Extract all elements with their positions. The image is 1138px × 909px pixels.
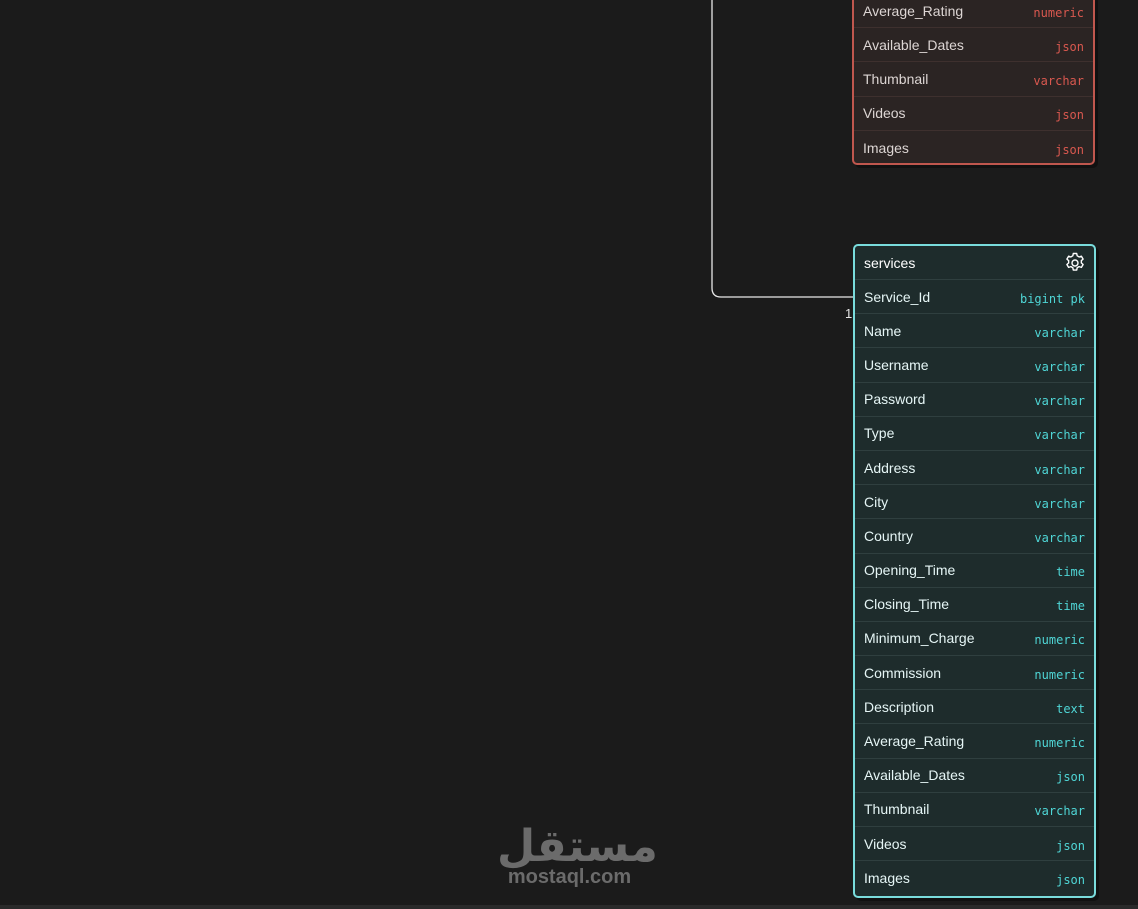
column-name: Commission bbox=[864, 664, 942, 681]
column-type: json bbox=[1056, 873, 1085, 888]
column-name: Description bbox=[864, 698, 935, 715]
column-name: Address bbox=[864, 459, 916, 476]
table-row[interactable]: Videos json bbox=[855, 827, 1094, 862]
table-row[interactable]: Description text bbox=[855, 690, 1094, 725]
column-type: varchar bbox=[1034, 496, 1085, 511]
column-type: varchar bbox=[1033, 73, 1084, 88]
column-type: varchar bbox=[1034, 325, 1085, 340]
column-name: Available_Dates bbox=[864, 767, 965, 784]
column-type: bigint pk bbox=[1019, 291, 1085, 306]
column-type: varchar bbox=[1034, 804, 1085, 819]
table-row[interactable]: Commission numeric bbox=[855, 656, 1094, 691]
table-row[interactable]: Type varchar bbox=[855, 417, 1094, 451]
column-name: City bbox=[864, 493, 889, 510]
column-name: Videos bbox=[864, 835, 907, 852]
relationship-line bbox=[711, 0, 855, 298]
column-name: Country bbox=[864, 527, 914, 544]
column-name: Average_Rating bbox=[863, 2, 964, 19]
table-row[interactable]: Thumbnail varchar bbox=[854, 62, 1093, 97]
table-row[interactable]: Service_Id bigint pk bbox=[855, 280, 1094, 315]
table-row[interactable]: Thumbnail varchar bbox=[855, 793, 1094, 827]
column-name: Thumbnail bbox=[864, 801, 930, 818]
column-type: text bbox=[1056, 701, 1085, 716]
table-upper[interactable]: Average_Rating numeric Available_Dates json… bbox=[852, 0, 1095, 165]
table-row[interactable]: Images json bbox=[855, 861, 1094, 895]
column-name: Username bbox=[864, 356, 929, 373]
column-type: json bbox=[1056, 838, 1085, 853]
column-type: varchar bbox=[1034, 359, 1085, 374]
table-row[interactable]: Username varchar bbox=[855, 348, 1094, 383]
column-type: varchar bbox=[1034, 462, 1085, 477]
table-row[interactable]: Videos json bbox=[854, 97, 1093, 131]
table-row[interactable]: Opening_Time time bbox=[855, 554, 1094, 588]
table-row[interactable]: Name varchar bbox=[855, 314, 1094, 349]
column-type: numeric bbox=[1034, 633, 1085, 648]
table-title: services bbox=[864, 254, 916, 271]
table-upper-rows: Average_Rating numeric Available_Dates json… bbox=[854, 0, 1093, 163]
table-row[interactable]: Minimum_Charge numeric bbox=[855, 622, 1094, 657]
table-row[interactable]: Country varchar bbox=[855, 519, 1094, 554]
column-type: varchar bbox=[1034, 530, 1085, 545]
table-row[interactable]: Closing_Time time bbox=[855, 588, 1094, 622]
column-type: json bbox=[1055, 142, 1084, 157]
watermark-logo: مستقل mostaql.com bbox=[497, 821, 658, 888]
column-name: Videos bbox=[863, 105, 906, 122]
column-name: Name bbox=[864, 322, 902, 339]
column-name: Type bbox=[864, 425, 895, 442]
column-type: numeric bbox=[1034, 667, 1085, 682]
column-type: varchar bbox=[1034, 428, 1085, 443]
column-type: json bbox=[1055, 108, 1084, 123]
watermark-arabic: مستقل bbox=[497, 821, 658, 872]
column-type: json bbox=[1056, 770, 1085, 785]
table-row[interactable]: Images json bbox=[854, 131, 1093, 163]
table-row[interactable]: City varchar bbox=[855, 485, 1094, 520]
column-name: Closing_Time bbox=[864, 596, 950, 613]
cardinality-label: 1 bbox=[845, 306, 853, 321]
column-type: time bbox=[1056, 599, 1085, 614]
column-type: time bbox=[1056, 565, 1085, 580]
column-name: Images bbox=[863, 139, 909, 156]
table-row[interactable]: Password varchar bbox=[855, 383, 1094, 417]
column-type: numeric bbox=[1034, 736, 1085, 751]
column-name: Thumbnail bbox=[863, 70, 929, 87]
column-name: Opening_Time bbox=[864, 562, 956, 579]
column-type: varchar bbox=[1034, 394, 1085, 409]
watermark-latin: mostaql.com bbox=[507, 866, 632, 888]
table-row[interactable]: Available_Dates json bbox=[855, 759, 1094, 793]
column-name: Available_Dates bbox=[863, 36, 964, 53]
column-type: json bbox=[1055, 39, 1084, 54]
table-services[interactable]: services Service_Id bigint pk Name varchar U… bbox=[853, 244, 1096, 898]
table-row[interactable]: Address varchar bbox=[855, 451, 1094, 486]
table-row[interactable]: Average_Rating numeric bbox=[855, 724, 1094, 759]
table-row[interactable]: Average_Rating numeric bbox=[854, 0, 1093, 29]
column-name: Password bbox=[864, 391, 926, 408]
column-type: numeric bbox=[1033, 5, 1084, 20]
column-name: Minimum_Charge bbox=[864, 630, 975, 647]
table-row[interactable]: Available_Dates json bbox=[854, 28, 1093, 63]
table-services-rows: Service_Id bigint pk Name varchar Username va… bbox=[855, 280, 1094, 895]
gear-icon[interactable] bbox=[1063, 251, 1085, 275]
canvas-bottom-edge bbox=[0, 905, 1138, 909]
table-header[interactable]: services bbox=[855, 246, 1094, 280]
column-name: Average_Rating bbox=[864, 733, 965, 750]
column-name: Images bbox=[864, 870, 910, 887]
column-name: Service_Id bbox=[864, 288, 931, 305]
diagram-canvas[interactable]: 1 Average_Rating numeric Available_Dates js… bbox=[0, 0, 1138, 909]
